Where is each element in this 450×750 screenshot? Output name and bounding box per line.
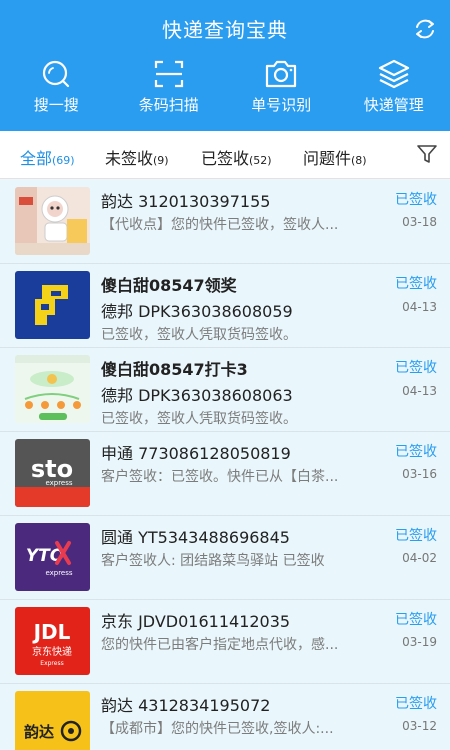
list-item[interactable]: 韵达 3120130397155 【代收点】您的快件已签收，签收人... 已签收… — [0, 180, 450, 264]
sto-logo-sub: express — [45, 479, 72, 487]
search-button[interactable]: 搜一搜 — [0, 58, 113, 122]
ocr-label: 单号识别 — [251, 96, 312, 114]
toolbar: 搜一搜 条码扫描 单号识别 快递管理 — [0, 58, 450, 122]
item-tracking: 德邦 DPK363038608059 — [101, 302, 293, 321]
status-badge: 已签收 — [395, 360, 437, 376]
list-item[interactable]: 傻白甜08547打卡3 德邦 DPK363038608063 已签收，签收人凭取… — [0, 348, 450, 432]
list-item[interactable]: 韵达 韵达 4312834195072 【成都市】您的快件已签收,签收人:...… — [0, 684, 450, 750]
manage-button[interactable]: 快递管理 — [338, 58, 450, 122]
tab-signed-count: (52) — [249, 154, 272, 167]
ocr-button[interactable]: 单号识别 — [225, 58, 338, 122]
item-preview: 客户签收人: 团结路菜鸟驿站 已签收 — [101, 553, 325, 569]
refresh-icon[interactable] — [412, 16, 438, 42]
item-title: 韵达 4312834195072 — [101, 696, 271, 715]
search-label: 搜一搜 — [33, 96, 79, 114]
yto-logo-sub: express — [45, 569, 72, 577]
package-list: 韵达 3120130397155 【代收点】您的快件已签收，签收人... 已签收… — [0, 180, 450, 750]
item-date: 03-19 — [402, 635, 437, 649]
status-badge: 已签收 — [395, 696, 437, 712]
yunda-logo: 韵达 — [15, 691, 90, 750]
search-icon — [43, 60, 70, 88]
item-preview: 【代收点】您的快件已签收，签收人... — [101, 217, 339, 233]
product-thumbnail — [15, 187, 90, 255]
jdl-logo-text: JDL — [32, 620, 71, 644]
yto-logo: YTO express — [15, 523, 90, 591]
item-title: 傻白甜08547领奖 — [101, 276, 237, 295]
item-preview: 已签收，签收人凭取货码签收。 — [101, 327, 297, 343]
tab-all[interactable]: 全部(69) — [20, 145, 75, 169]
tab-problem[interactable]: 问题件(8) — [303, 145, 367, 169]
tab-unsigned[interactable]: 未签收(9) — [105, 145, 169, 169]
status-badge: 已签收 — [395, 612, 437, 628]
tab-signed-label: 已签收 — [201, 149, 250, 168]
app-header: 快递查询宝典 搜一搜 条码扫描 单号识别 快递管理 — [0, 0, 450, 131]
item-title: 申通 773086128050819 — [101, 444, 291, 463]
tab-all-label: 全部 — [20, 149, 53, 168]
list-item[interactable]: sto express 申通 773086128050819 客户签收：已签收。… — [0, 432, 450, 516]
scan-button[interactable]: 条码扫描 — [113, 58, 226, 122]
scan-label: 条码扫描 — [138, 96, 199, 114]
item-preview: 已签收，签收人凭取货码签收。 — [101, 411, 297, 427]
jdl-logo: JDL 京东快递 Express — [15, 607, 90, 675]
tab-problem-label: 问题件 — [303, 149, 352, 168]
filter-tabs: 全部(69) 未签收(9) 已签收(52) 问题件(8) — [0, 131, 450, 179]
item-title: 傻白甜08547打卡3 — [101, 360, 248, 379]
tab-signed[interactable]: 已签收(52) — [201, 145, 272, 169]
list-item[interactable]: YTO express 圆通 YT5343488696845 客户签收人: 团结… — [0, 516, 450, 600]
item-title: 圆通 YT5343488696845 — [101, 528, 290, 547]
item-date: 04-02 — [402, 551, 437, 565]
manage-label: 快递管理 — [363, 96, 424, 114]
item-preview: 【成都市】您的快件已签收,签收人:... — [101, 721, 334, 737]
item-title: 韵达 3120130397155 — [101, 192, 271, 211]
tab-unsigned-count: (9) — [153, 154, 169, 167]
status-badge: 已签收 — [395, 444, 437, 460]
sto-logo: sto express — [15, 439, 90, 507]
item-preview: 您的快件已由客户指定地点代收，感... — [101, 637, 339, 653]
tab-problem-count: (8) — [351, 154, 367, 167]
item-tracking: 德邦 DPK363038608063 — [101, 386, 293, 405]
deppon-logo — [15, 271, 90, 339]
app-title: 快递查询宝典 — [162, 18, 288, 42]
status-badge: 已签收 — [395, 192, 437, 208]
item-date: 03-12 — [402, 719, 437, 733]
item-date: 04-13 — [402, 384, 437, 398]
app-screenshot-thumbnail — [15, 355, 90, 423]
item-date: 04-13 — [402, 300, 437, 314]
item-title: 京东 JDVD01611412035 — [101, 612, 291, 631]
list-item[interactable]: JDL 京东快递 Express 京东 JDVD01611412035 您的快件… — [0, 600, 450, 684]
status-badge: 已签收 — [395, 528, 437, 544]
jdl-logo-sub: 京东快递 — [32, 645, 72, 658]
tab-all-count: (69) — [52, 154, 75, 167]
list-item[interactable]: 傻白甜08547领奖 德邦 DPK363038608059 已签收，签收人凭取货… — [0, 264, 450, 348]
filter-icon[interactable] — [416, 143, 438, 165]
item-date: 03-18 — [402, 215, 437, 229]
jdl-logo-sub2: Express — [40, 660, 63, 667]
tab-unsigned-label: 未签收 — [105, 149, 154, 168]
layers-icon — [378, 59, 409, 89]
yunda-logo-text: 韵达 — [24, 723, 54, 741]
item-preview: 客户签收：已签收。快件已从【白茶... — [101, 469, 339, 485]
camera-icon — [266, 60, 297, 88]
status-badge: 已签收 — [395, 276, 437, 292]
scan-icon — [154, 60, 183, 88]
item-date: 03-16 — [402, 467, 437, 481]
